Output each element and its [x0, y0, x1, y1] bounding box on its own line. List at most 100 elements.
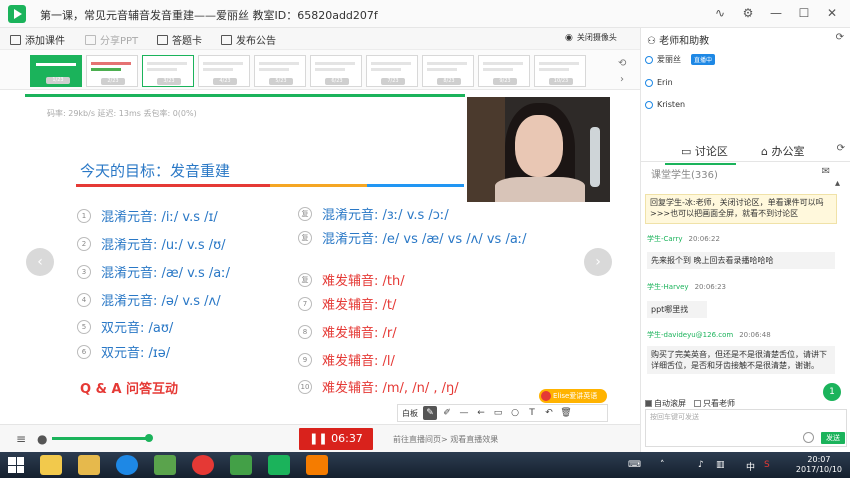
volume-slider[interactable]	[52, 437, 148, 440]
next-slide-button[interactable]: ›	[584, 248, 612, 276]
room-student-count[interactable]: 课堂学生(336)	[651, 166, 718, 181]
refresh-icon[interactable]: ⟳	[836, 32, 844, 43]
auto-scroll-checkbox[interactable]: 自动滚屏	[645, 398, 686, 409]
list-item: 3 混淆元音: /æ/ v.s /aː/	[77, 262, 230, 281]
teacher-only-checkbox[interactable]: 只看老师	[694, 398, 735, 409]
ppt-icon	[85, 34, 96, 45]
minimize-icon[interactable]: —	[768, 5, 784, 21]
share-ppt-button[interactable]: 分享PPT	[85, 32, 138, 47]
list-item: 复混淆元音: /ɜː/ v.s /ɔː/	[298, 204, 449, 223]
keyboard-icon[interactable]: ⌨	[628, 460, 641, 470]
scroll-up-icon[interactable]: ▴	[835, 178, 840, 189]
chat-options: 自动滚屏 只看老师	[645, 398, 735, 409]
thumbnail-next-icon[interactable]: ›	[620, 74, 624, 85]
slide-thumbnail[interactable]: 7/23	[366, 55, 418, 87]
live-room-link[interactable]: 前往直播间页> 观看直播效果	[393, 434, 498, 445]
explorer-icon[interactable]	[78, 455, 100, 475]
slide-progress-line	[25, 94, 465, 97]
tab-discuss[interactable]: ▭ 讨论区	[665, 143, 736, 165]
message-body: ppt哪里找	[647, 301, 707, 318]
message-author: 学生-Carry 20:06:22	[647, 235, 720, 243]
list-item: 5 双元音: /aʊ/	[77, 317, 173, 336]
bottom-bar: ≡ ● ❚❚ 06:37 前往直播间页> 观看直播效果	[0, 424, 640, 452]
tray-expand-icon[interactable]: ˄	[660, 460, 665, 470]
announcement-button[interactable]: 发布公告	[221, 32, 276, 47]
pen-icon[interactable]: ✐	[440, 406, 454, 420]
slide-thumbnail[interactable]: 8/23	[422, 55, 474, 87]
stop-live-button[interactable]: ❚❚ 06:37	[299, 428, 373, 450]
slide-thumbnail[interactable]: 6/23	[310, 55, 362, 87]
member-item[interactable]: Erin	[645, 78, 673, 87]
slide-thumbnail[interactable]: 5/23	[254, 55, 306, 87]
megaphone-icon	[221, 34, 232, 45]
list-item: 复难发辅音: /th/	[298, 270, 405, 289]
tab-office[interactable]: ⌂ 办公室	[761, 143, 804, 159]
netease-music-icon[interactable]	[192, 455, 214, 475]
slide-title: 今天的目标：发音重建	[80, 162, 231, 180]
message-author: 学生-Harvey 20:06:23	[647, 283, 727, 291]
video-person	[495, 177, 585, 202]
user-icon	[645, 78, 653, 87]
sogou-icon[interactable]	[116, 455, 138, 475]
list-item: 6 双元音: /ɪə/	[77, 342, 170, 361]
media-player-icon[interactable]	[230, 455, 252, 475]
teacher-video[interactable]	[467, 97, 610, 202]
send-button[interactable]: 发送	[821, 432, 845, 444]
history-icon[interactable]: ⟲	[618, 58, 626, 69]
courseware-icon	[10, 34, 21, 45]
text-icon[interactable]: T	[525, 406, 539, 420]
chrome-icon[interactable]	[40, 455, 62, 475]
ime-icon[interactable]: S	[764, 460, 770, 470]
message-settings-icon[interactable]: ✉	[822, 166, 830, 177]
slide-thumbnail[interactable]: 1/23	[30, 55, 82, 87]
chat-input[interactable]: 按回车键可发送	[645, 409, 847, 447]
slide-thumbnail[interactable]: 3/23	[142, 55, 194, 87]
delete-icon[interactable]: 🗑	[559, 406, 573, 420]
gear-icon[interactable]: ⚙	[740, 5, 756, 21]
slide-thumbnail[interactable]: 2/23	[86, 55, 138, 87]
message-body: 先来报个到 晚上回去看录播哈哈哈	[647, 252, 835, 269]
answer-card-button[interactable]: 答题卡	[157, 32, 202, 47]
prev-slide-button[interactable]: ‹	[26, 248, 54, 276]
volume-slider-knob[interactable]	[145, 434, 153, 442]
refresh-icon[interactable]: ⟳	[837, 143, 845, 154]
status-badge: 直播中	[691, 54, 716, 65]
close-camera-button[interactable]: ◉ 关闭摄像头	[565, 32, 617, 43]
list-item: 7 难发辅音: /t/	[298, 294, 396, 313]
evernote-icon[interactable]	[154, 455, 176, 475]
member-item[interactable]: 爱丽丝 直播中	[645, 54, 716, 65]
undo-icon[interactable]: ↶	[542, 406, 556, 420]
camera-icon: ◉	[565, 32, 573, 43]
elise-badge[interactable]: Elise爱讲英语	[539, 389, 607, 403]
input-language[interactable]: 中	[746, 460, 755, 473]
new-message-badge[interactable]: 1	[823, 383, 841, 401]
microphone-icon[interactable]: ●	[37, 432, 47, 446]
video-app-icon[interactable]	[306, 455, 328, 475]
line-icon[interactable]: —	[457, 406, 471, 420]
live-app-icon[interactable]	[268, 455, 290, 475]
arrow-icon[interactable]: ←	[474, 406, 488, 420]
slide-thumbnail[interactable]: 4/23	[198, 55, 250, 87]
member-item[interactable]: Kristen	[645, 100, 685, 109]
list-item: 1 混淆元音: /iː/ v.s /ɪ/	[77, 206, 218, 225]
rect-icon[interactable]: ▭	[491, 406, 505, 420]
volume-icon[interactable]: ♪	[698, 460, 704, 470]
user-icon	[645, 100, 653, 109]
settings-list-icon[interactable]: ≡	[16, 432, 26, 446]
circle-icon[interactable]: ○	[508, 406, 522, 420]
right-panel: ⚇ 老师和助教 ⟳ 爱丽丝 直播中 Erin Kristen ▭ 讨论区 ⌂ 办…	[640, 28, 850, 452]
brush-icon[interactable]: ✎	[423, 406, 437, 420]
clock[interactable]: 20:07 2017/10/10	[796, 455, 842, 475]
close-icon[interactable]: ✕	[824, 5, 840, 21]
maximize-icon[interactable]: ☐	[796, 5, 812, 21]
slide-thumbnail[interactable]: 9/23	[478, 55, 530, 87]
app-logo-icon	[8, 5, 26, 23]
network-icon[interactable]: ▥	[716, 460, 725, 470]
start-icon[interactable]	[8, 457, 24, 473]
add-courseware-button[interactable]: 添加课件	[10, 32, 65, 47]
emoji-icon[interactable]	[803, 432, 814, 443]
pulse-icon[interactable]: ∿	[712, 5, 728, 21]
slide-thumbnail[interactable]: 10/23	[534, 55, 586, 87]
drawing-toolbar: 白板 ✎ ✐ — ← ▭ ○ T ↶ 🗑	[397, 404, 608, 422]
whiteboard-button[interactable]: 白板	[402, 408, 418, 419]
